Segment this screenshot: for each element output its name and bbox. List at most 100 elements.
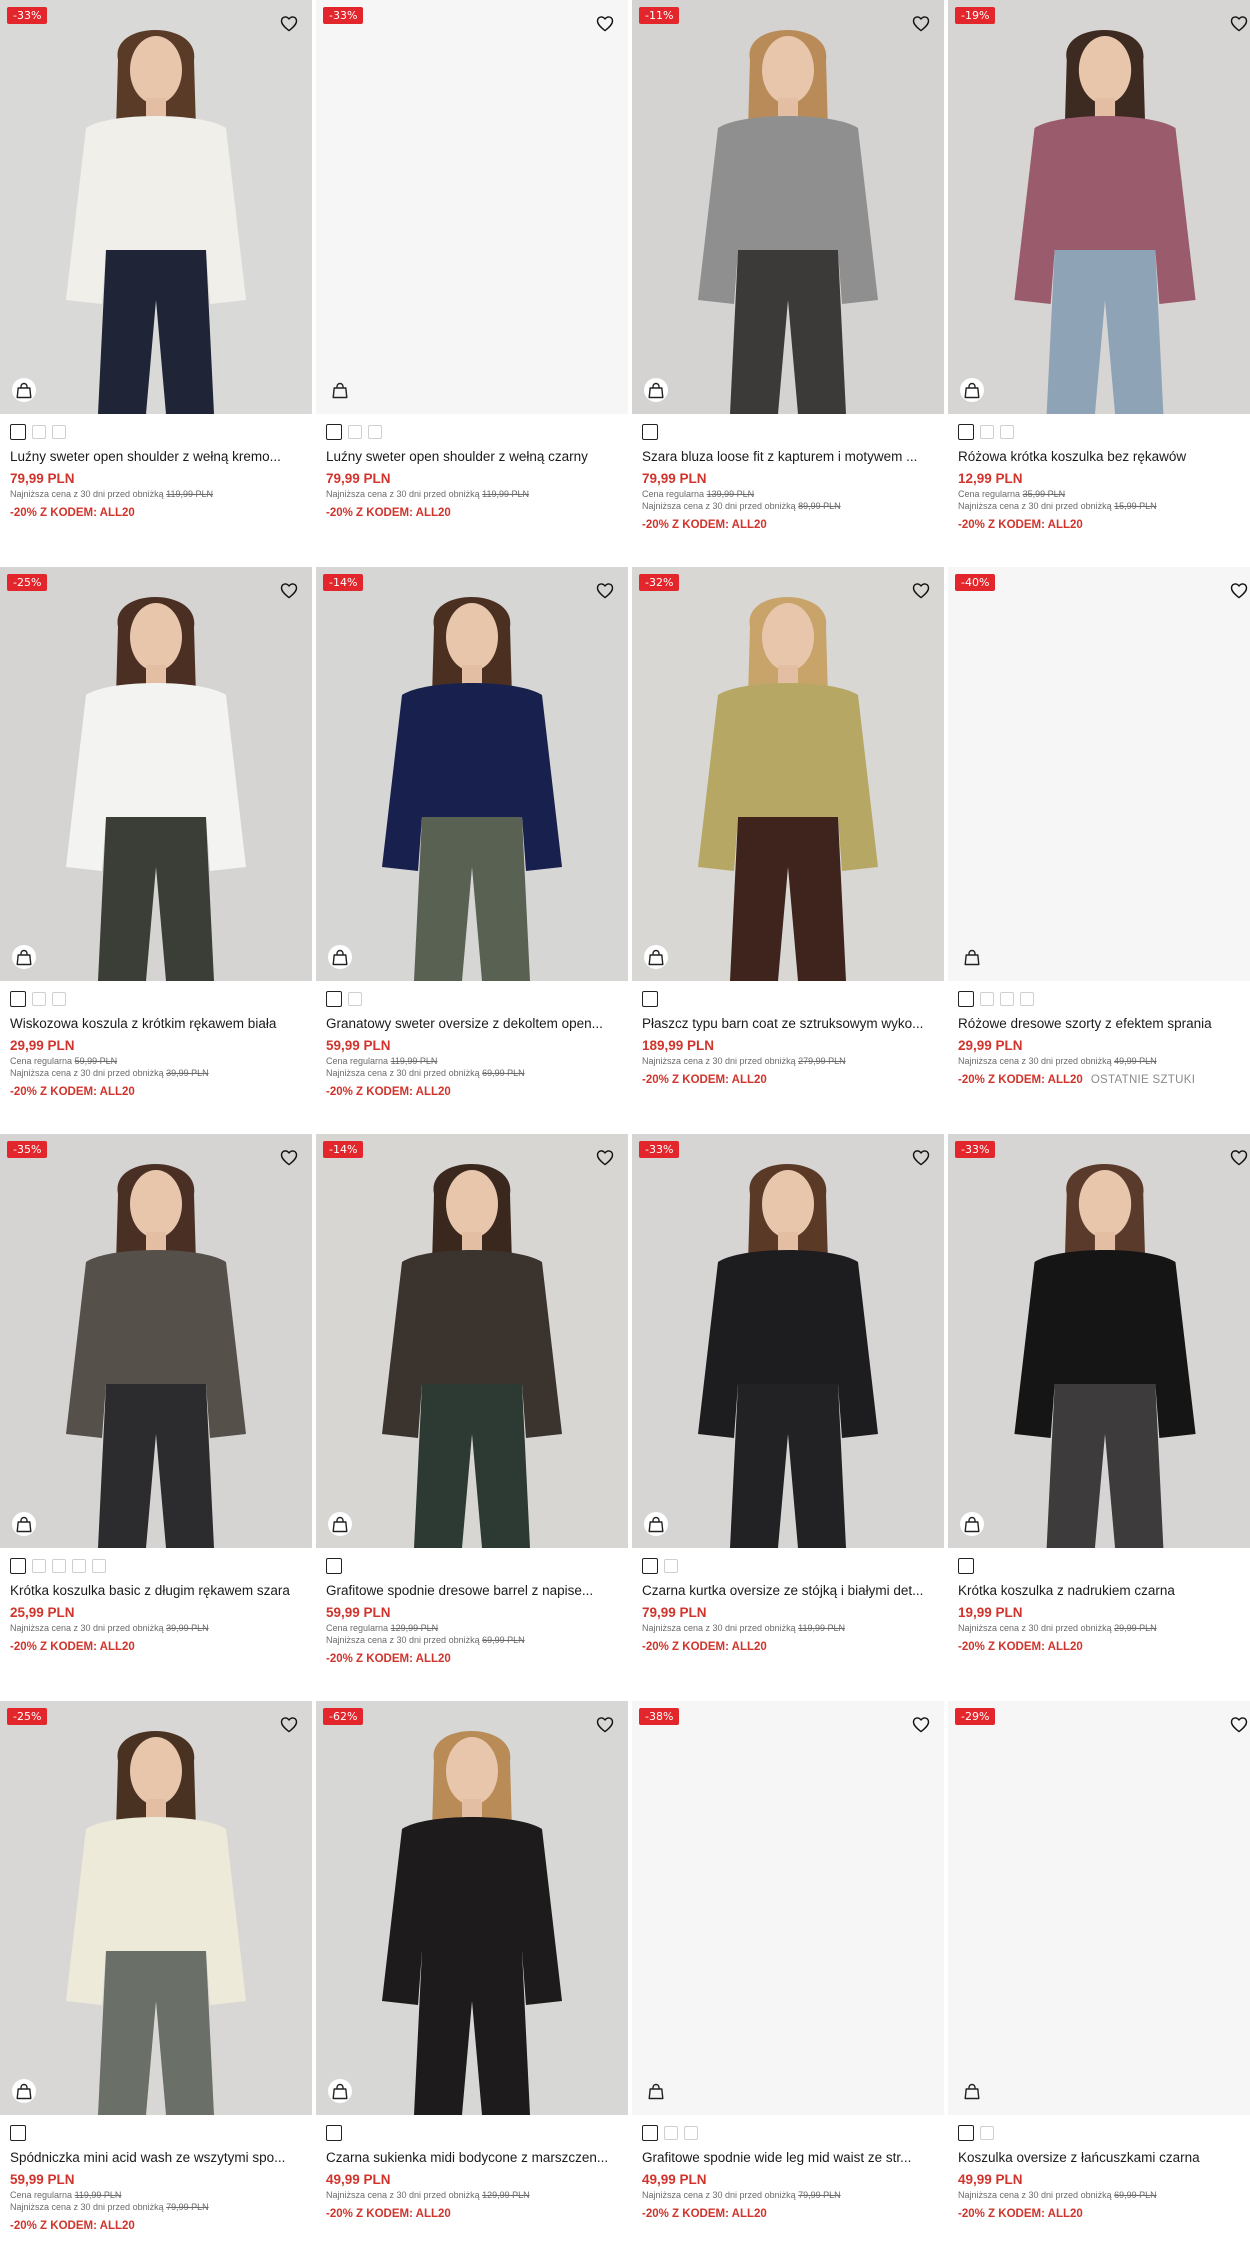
color-swatch[interactable] [52,425,66,439]
product-title[interactable]: Różowa krótka koszulka bez rękawów [948,440,1250,466]
product-image[interactable]: -33% [316,0,628,414]
color-swatch[interactable] [958,2125,974,2141]
heart-icon[interactable] [910,12,932,34]
shopping-bag-icon[interactable] [644,1512,668,1536]
shopping-bag-icon[interactable] [328,1512,352,1536]
shopping-bag-icon[interactable] [644,945,668,969]
color-swatch[interactable] [958,1558,974,1574]
heart-icon[interactable] [594,1146,616,1168]
color-swatch[interactable] [326,2125,342,2141]
shopping-bag-icon[interactable] [644,378,668,402]
product-image[interactable]: -29% [948,1701,1250,2115]
shopping-bag-icon[interactable] [12,2079,36,2103]
heart-icon[interactable] [1228,1713,1250,1735]
product-image[interactable]: -11% [632,0,944,414]
shopping-bag-icon[interactable] [12,945,36,969]
color-swatch[interactable] [642,991,658,1007]
heart-icon[interactable] [1228,579,1250,601]
heart-icon[interactable] [594,12,616,34]
product-title[interactable]: Spódniczka mini acid wash ze wszytymi sp… [0,2141,312,2167]
product-card[interactable]: -25% Wiskozowa koszula z krótkim rękawem … [0,567,312,1134]
product-image[interactable]: -33% [948,1134,1250,1548]
color-swatch[interactable] [642,424,658,440]
product-card[interactable]: -40% Różowe dresowe szorty z efektem spra… [948,567,1250,1134]
color-swatch[interactable] [980,2126,994,2140]
heart-icon[interactable] [594,579,616,601]
color-swatch[interactable] [10,2125,26,2141]
shopping-bag-icon[interactable] [328,378,352,402]
color-swatch[interactable] [368,425,382,439]
product-image[interactable]: -25% [0,567,312,981]
heart-icon[interactable] [278,1146,300,1168]
color-swatch[interactable] [32,425,46,439]
color-swatch[interactable] [684,2126,698,2140]
color-swatch[interactable] [980,992,994,1006]
product-title[interactable]: Grafitowe spodnie dresowe barrel z napis… [316,1574,628,1600]
color-swatch[interactable] [1000,425,1014,439]
color-swatch[interactable] [72,1559,86,1573]
color-swatch[interactable] [642,1558,658,1574]
color-swatch[interactable] [52,992,66,1006]
product-image[interactable]: -19% [948,0,1250,414]
heart-icon[interactable] [910,579,932,601]
color-swatch[interactable] [52,1559,66,1573]
product-card[interactable]: -38% Grafitowe spodnie wide leg mid waist… [632,1701,944,2268]
color-swatch[interactable] [664,2126,678,2140]
color-swatch[interactable] [348,425,362,439]
heart-icon[interactable] [278,12,300,34]
color-swatch[interactable] [326,991,342,1007]
product-title[interactable]: Płaszcz typu barn coat ze sztruksowym wy… [632,1007,944,1033]
color-swatch[interactable] [1020,992,1034,1006]
product-card[interactable]: -29% Koszulka oversize z łańcuszkami czar… [948,1701,1250,2268]
shopping-bag-icon[interactable] [960,378,984,402]
shopping-bag-icon[interactable] [960,1512,984,1536]
color-swatch[interactable] [326,424,342,440]
product-title[interactable]: Różowe dresowe szorty z efektem sprania [948,1007,1250,1033]
product-card[interactable]: -33% Krótka koszulka z nadrukiem czarna 19… [948,1134,1250,1701]
shopping-bag-icon[interactable] [328,2079,352,2103]
color-swatch[interactable] [10,424,26,440]
shopping-bag-icon[interactable] [328,945,352,969]
product-image[interactable]: -38% [632,1701,944,2115]
shopping-bag-icon[interactable] [12,378,36,402]
shopping-bag-icon[interactable] [12,1512,36,1536]
product-image[interactable]: -33% [0,0,312,414]
product-card[interactable]: -33% Luźny sweter open shoulder z wełną c… [316,0,628,567]
product-title[interactable]: Czarna sukienka midi bodycone z marszcze… [316,2141,628,2167]
heart-icon[interactable] [910,1713,932,1735]
color-swatch[interactable] [642,2125,658,2141]
shopping-bag-icon[interactable] [960,945,984,969]
heart-icon[interactable] [910,1146,932,1168]
heart-icon[interactable] [278,579,300,601]
product-title[interactable]: Grafitowe spodnie wide leg mid waist ze … [632,2141,944,2167]
product-card[interactable]: -62% Czarna sukienka midi bodycone z mars… [316,1701,628,2268]
product-title[interactable]: Luźny sweter open shoulder z wełną czarn… [316,440,628,466]
product-card[interactable]: -33% Luźny sweter open shoulder z wełną k… [0,0,312,567]
product-card[interactable]: -32% Płaszcz typu barn coat ze sztruksowy… [632,567,944,1134]
product-image[interactable]: -40% [948,567,1250,981]
product-image[interactable]: -32% [632,567,944,981]
shopping-bag-icon[interactable] [960,2079,984,2103]
color-swatch[interactable] [348,992,362,1006]
color-swatch[interactable] [10,1558,26,1574]
product-title[interactable]: Krótka koszulka z nadrukiem czarna [948,1574,1250,1600]
product-image[interactable]: -14% [316,1134,628,1548]
color-swatch[interactable] [10,991,26,1007]
product-title[interactable]: Luźny sweter open shoulder z wełną kremo… [0,440,312,466]
color-swatch[interactable] [980,425,994,439]
product-title[interactable]: Krótka koszulka basic z długim rękawem s… [0,1574,312,1600]
product-card[interactable]: -19% Różowa krótka koszulka bez rękawów 12… [948,0,1250,567]
color-swatch[interactable] [1000,992,1014,1006]
color-swatch[interactable] [92,1559,106,1573]
product-image[interactable]: -14% [316,567,628,981]
product-title[interactable]: Czarna kurtka oversize ze stójką i biały… [632,1574,944,1600]
color-swatch[interactable] [664,1559,678,1573]
shopping-bag-icon[interactable] [644,2079,668,2103]
heart-icon[interactable] [1228,12,1250,34]
color-swatch[interactable] [32,1559,46,1573]
product-title[interactable]: Koszulka oversize z łańcuszkami czarna [948,2141,1250,2167]
heart-icon[interactable] [278,1713,300,1735]
product-title[interactable]: Szara bluza loose fit z kapturem i motyw… [632,440,944,466]
product-image[interactable]: -25% [0,1701,312,2115]
color-swatch[interactable] [958,424,974,440]
